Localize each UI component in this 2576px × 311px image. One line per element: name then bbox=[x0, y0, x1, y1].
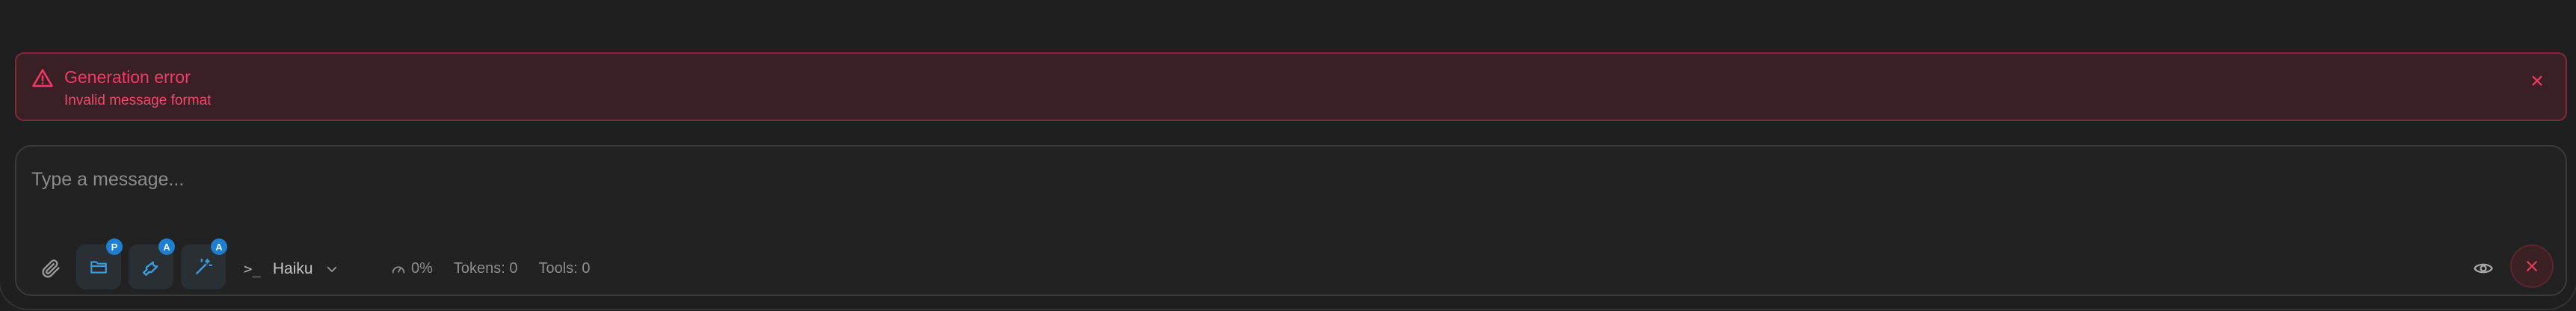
error-banner: Generation error Invalid message format bbox=[15, 52, 2567, 121]
warning-triangle-icon bbox=[31, 67, 54, 90]
message-composer: P A A >_ Haiku 0% Tokens: 0 Tools: 0 bbox=[15, 145, 2567, 296]
error-message: Invalid message format bbox=[64, 93, 212, 108]
usage-stats: 0% Tokens: 0 Tools: 0 bbox=[390, 260, 611, 277]
gauge-icon bbox=[392, 265, 405, 273]
tool-badge: P bbox=[106, 238, 123, 255]
attach-button[interactable] bbox=[34, 252, 67, 285]
folder-icon bbox=[90, 261, 107, 274]
chevron-down-icon bbox=[327, 266, 336, 272]
error-title: Generation error bbox=[64, 67, 191, 87]
magic-wand-icon bbox=[196, 259, 213, 274]
stop-button[interactable] bbox=[2510, 244, 2554, 288]
dismiss-error-button[interactable] bbox=[2525, 69, 2549, 93]
eye-icon bbox=[2474, 263, 2493, 274]
magic-tool-button[interactable]: A bbox=[181, 238, 227, 289]
tool-badge: A bbox=[158, 238, 175, 255]
files-tool-button[interactable]: P bbox=[76, 238, 123, 289]
model-name: Haiku bbox=[272, 260, 313, 277]
context-percent: 0% bbox=[411, 260, 433, 277]
wrench-icon bbox=[143, 261, 158, 277]
close-icon bbox=[2532, 76, 2542, 86]
model-selector[interactable]: >_ Haiku bbox=[244, 254, 339, 284]
wrench-tool-button[interactable]: A bbox=[129, 238, 175, 289]
tool-badge: A bbox=[211, 238, 227, 255]
preview-toggle-button[interactable] bbox=[2468, 255, 2498, 282]
tool-count: Tools: 0 bbox=[538, 260, 591, 277]
context-usage: 0% bbox=[390, 260, 433, 277]
message-input[interactable] bbox=[31, 164, 2498, 194]
paperclip-icon bbox=[42, 259, 60, 278]
terminal-prompt-icon: >_ bbox=[244, 261, 261, 277]
close-icon bbox=[2527, 261, 2537, 271]
token-count: Tokens: 0 bbox=[453, 260, 518, 277]
